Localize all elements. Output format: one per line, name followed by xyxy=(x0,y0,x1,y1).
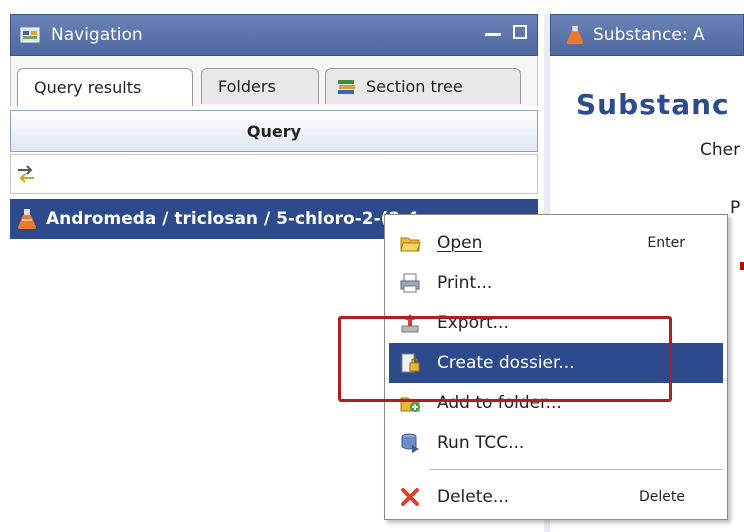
menu-item-label: Open xyxy=(437,233,483,253)
editor-partial-text: P xyxy=(730,198,741,218)
menu-item-label: Run TCC... xyxy=(437,433,525,453)
editor-subheading: Cher xyxy=(700,140,741,160)
navigation-header: Navigation xyxy=(10,14,538,56)
menu-item-create-dossier[interactable]: Create dossier... xyxy=(389,343,723,383)
menu-item-label: Delete... xyxy=(437,487,510,507)
export-icon xyxy=(401,314,419,333)
tab-label: Section tree xyxy=(366,77,463,96)
menu-item-delete[interactable]: Delete... Delete xyxy=(389,477,723,517)
filter-arrows-icon[interactable] xyxy=(15,163,37,185)
menu-item-accelerator: Delete xyxy=(639,489,685,505)
editor-tab-title: Substance: A xyxy=(593,25,705,45)
menu-separator xyxy=(429,469,723,470)
menu-item-open[interactable]: Open Enter xyxy=(389,223,723,263)
add-folder-icon xyxy=(400,397,420,412)
section-tree-icon xyxy=(338,79,355,94)
menu-item-print[interactable]: Print... xyxy=(389,263,723,303)
menu-item-accelerator: Enter xyxy=(647,235,685,251)
red-marker xyxy=(740,262,744,270)
tab-query-results[interactable]: Query results xyxy=(17,68,193,106)
delete-x-icon xyxy=(401,488,419,506)
menu-item-label: Add to folder... xyxy=(437,393,562,413)
maximize-icon[interactable] xyxy=(513,25,527,39)
dossier-lock-icon xyxy=(401,353,420,373)
tab-label: Folders xyxy=(218,77,276,96)
tab-label: Query results xyxy=(34,78,142,97)
filter-row xyxy=(10,154,538,194)
menu-item-run-tcc[interactable]: Run TCC... xyxy=(389,423,723,463)
menu-item-label: Export... xyxy=(437,313,509,333)
folder-open-icon xyxy=(400,237,421,252)
result-item-label: Andromeda / triclosan / 5-chloro-2-(2,4 xyxy=(46,209,419,229)
flask-icon xyxy=(566,25,584,45)
minimize-icon[interactable] xyxy=(485,33,501,36)
database-icon xyxy=(401,433,419,453)
printer-icon xyxy=(400,273,420,293)
menu-item-add-to-folder[interactable]: Add to folder... xyxy=(389,383,723,423)
navigation-tabs: Query results Folders Section tree xyxy=(10,56,538,106)
menu-item-label: Create dossier... xyxy=(437,353,575,373)
menu-item-label: Print... xyxy=(437,273,493,293)
navigation-title: Navigation xyxy=(51,25,143,45)
editor-heading: Substanc xyxy=(576,88,730,121)
tab-folders[interactable]: Folders xyxy=(201,68,319,104)
context-menu: Open Enter Print... Export... Create dos… xyxy=(384,214,728,520)
tab-section-tree[interactable]: Section tree xyxy=(325,68,521,104)
flask-icon xyxy=(18,209,36,229)
navigation-icon xyxy=(20,27,40,43)
query-header-label: Query xyxy=(246,121,302,141)
editor-tab-header[interactable]: Substance: A xyxy=(550,14,744,56)
query-column-header[interactable]: Query xyxy=(10,110,538,152)
menu-item-export[interactable]: Export... xyxy=(389,303,723,343)
